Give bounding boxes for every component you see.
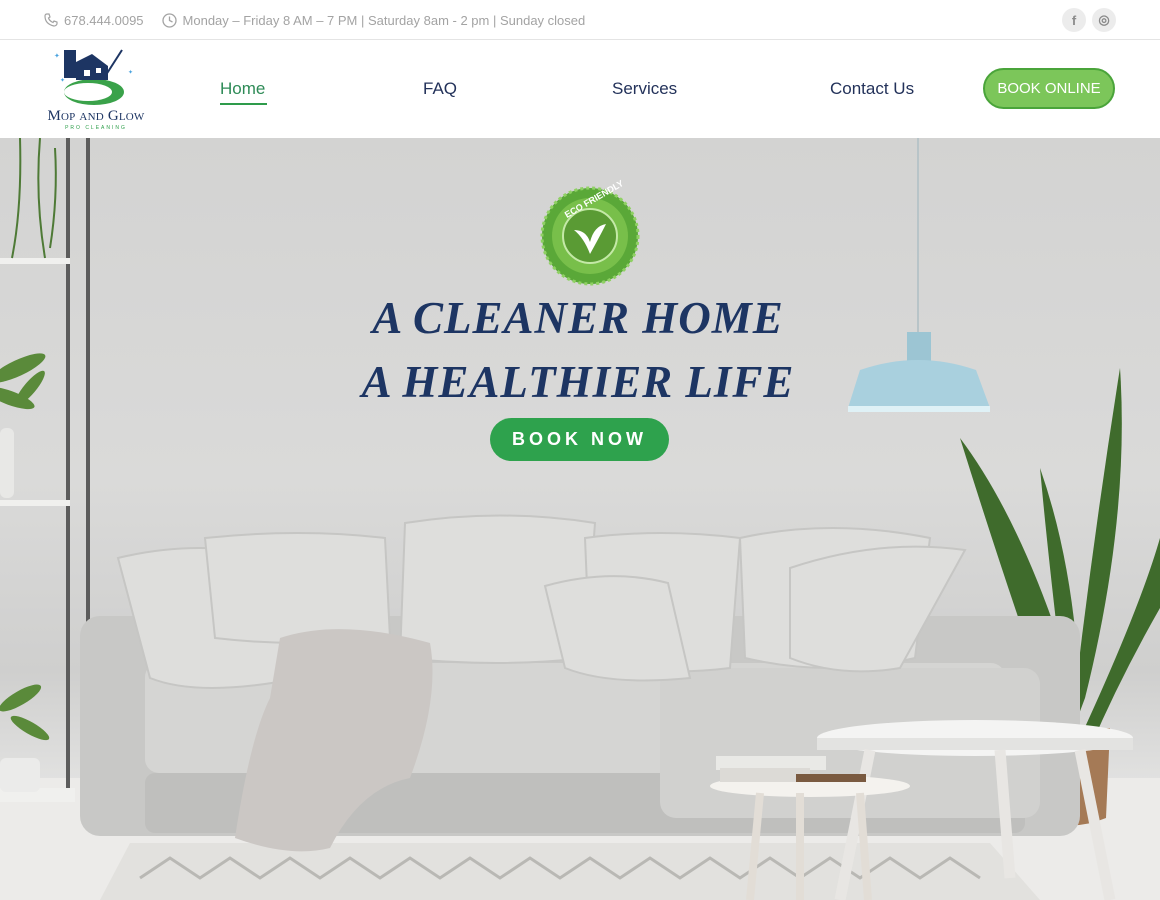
hero-headline-line-2: A HEALTHIER LIFE (361, 357, 795, 407)
book-online-button[interactable]: BOOK ONLINE (983, 68, 1115, 109)
instagram-icon[interactable]: ◎ (1092, 8, 1116, 32)
hero-headline-line-1: A CLEANER HOME (372, 293, 784, 343)
nav-faq[interactable]: FAQ (423, 79, 457, 99)
phone-icon (44, 13, 58, 27)
svg-text:✦: ✦ (128, 69, 133, 76)
logo-name: Mop and Glow (47, 108, 145, 124)
nav-contact-us[interactable]: Contact Us (830, 79, 914, 99)
hero-section: ECO FRIENDLY A CLEANER HOME A HEALTHIER … (0, 138, 1160, 900)
site-logo[interactable]: ✦ ✦ ✦ Mop and Glow PRO CLEANING (40, 48, 152, 134)
nav-home[interactable]: Home (220, 79, 265, 99)
logo-tagline: PRO CLEANING (65, 125, 127, 131)
facebook-icon[interactable]: f (1062, 8, 1086, 32)
svg-text:✦: ✦ (54, 52, 60, 60)
top-bar: 678.444.0095 Monday – Friday 8 AM – 7 PM… (0, 0, 1160, 40)
nav-active-indicator (220, 103, 267, 105)
site-header: ✦ ✦ ✦ Mop and Glow PRO CLEANING Home FAQ… (0, 40, 1160, 138)
logo-house-icon: ✦ ✦ ✦ (54, 49, 133, 105)
nav-services[interactable]: Services (612, 79, 677, 99)
svg-text:✦: ✦ (60, 77, 65, 84)
book-now-button[interactable]: BOOK NOW (490, 418, 669, 461)
phone-number[interactable]: 678.444.0095 (64, 13, 144, 28)
clock-icon (161, 12, 177, 28)
business-hours: Monday – Friday 8 AM – 7 PM | Saturday 8… (182, 12, 586, 28)
